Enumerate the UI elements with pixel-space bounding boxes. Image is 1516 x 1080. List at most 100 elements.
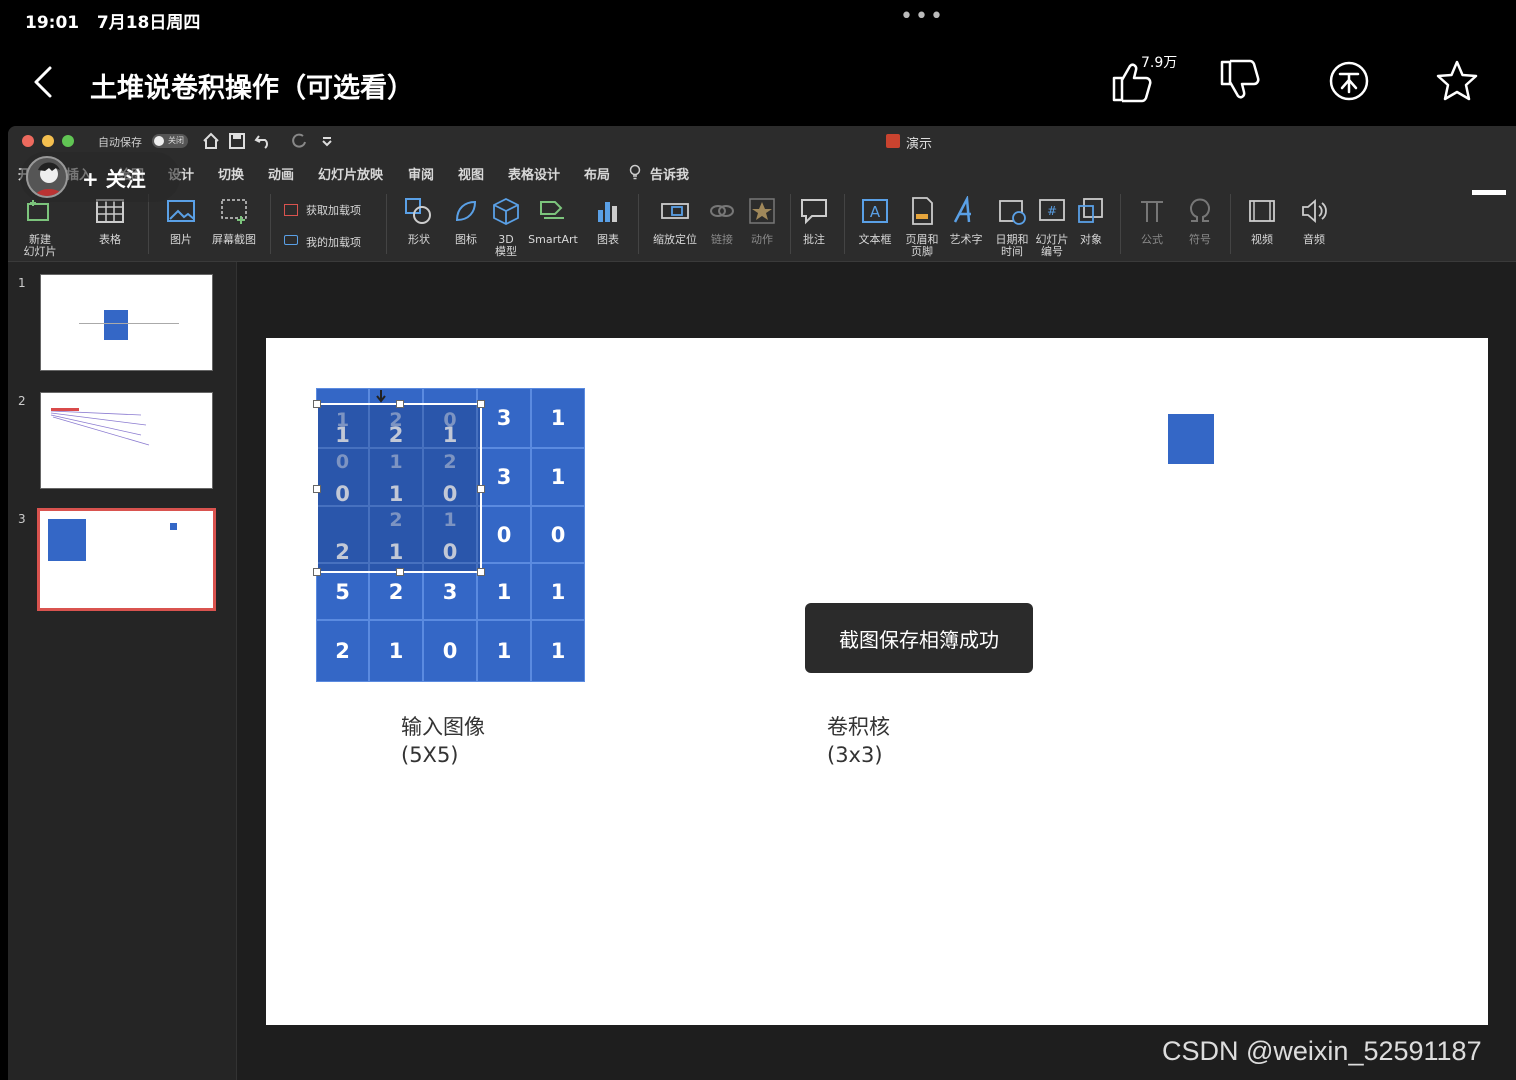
resize-handle[interactable] bbox=[396, 400, 404, 408]
zoom-button[interactable]: 缩放定位 bbox=[646, 196, 704, 246]
table-button[interactable]: 表格 bbox=[86, 196, 134, 246]
tab-animations[interactable]: 动画 bbox=[268, 164, 294, 183]
multitask-dots-icon[interactable]: ••• bbox=[900, 4, 945, 29]
wordart-button[interactable]: 艺术字 bbox=[948, 194, 984, 246]
slide-number-icon: # bbox=[1039, 199, 1065, 221]
resize-handle[interactable] bbox=[477, 568, 485, 576]
thumbs-down-icon[interactable] bbox=[1216, 58, 1262, 104]
avatar[interactable] bbox=[26, 156, 68, 198]
status-time: 19:01 7月18日周四 bbox=[25, 13, 201, 33]
redo-icon[interactable] bbox=[290, 132, 308, 150]
close-window-button[interactable] bbox=[22, 135, 34, 147]
smartart-button[interactable]: SmartArt bbox=[524, 196, 582, 246]
slide-thumbnail-3[interactable] bbox=[37, 508, 216, 611]
screenshot-label: 屏幕截图 bbox=[212, 233, 256, 246]
tab-transitions[interactable]: 切换 bbox=[218, 164, 244, 183]
my-addins-button[interactable]: 我的加载项 bbox=[306, 234, 361, 250]
ribbon-separator bbox=[638, 194, 639, 254]
slide-number-button[interactable]: # 幻灯片 编号 bbox=[1032, 196, 1072, 258]
grid-cell-value: 3 bbox=[496, 465, 512, 489]
autosave-label: 自动保存 bbox=[98, 136, 142, 149]
omega-icon bbox=[1190, 198, 1210, 222]
tab-tell-me[interactable]: 告诉我 bbox=[650, 164, 689, 183]
minimize-window-button[interactable] bbox=[42, 135, 54, 147]
tab-slideshow[interactable]: 幻灯片放映 bbox=[318, 164, 383, 183]
kernel-caption: 卷积核 (3x3) bbox=[827, 713, 890, 769]
kernel-selection-overlay[interactable] bbox=[313, 390, 485, 576]
resize-handle[interactable] bbox=[313, 400, 321, 408]
grid-cell: 1 bbox=[531, 563, 585, 620]
ribbon-separator bbox=[270, 194, 271, 254]
textbox-button[interactable]: A 文本框 bbox=[854, 196, 896, 246]
table-label: 表格 bbox=[99, 233, 121, 246]
kernel-shape[interactable] bbox=[1168, 414, 1214, 464]
action-button[interactable]: 动作 bbox=[742, 196, 782, 246]
follow-button[interactable]: + 关注 bbox=[82, 163, 146, 192]
grid-cell: 0 bbox=[477, 506, 531, 563]
video-label: 视频 bbox=[1251, 233, 1273, 246]
lightbulb-icon bbox=[629, 164, 641, 180]
slide-number: 3 bbox=[18, 512, 26, 526]
link-button[interactable]: 链接 bbox=[702, 196, 742, 246]
chart-button[interactable]: 图表 bbox=[586, 196, 630, 246]
resize-handle[interactable] bbox=[477, 400, 485, 408]
undo-icon[interactable] bbox=[254, 132, 272, 150]
grid-cell-value: 0 bbox=[496, 522, 512, 547]
tab-table-design[interactable]: 表格设计 bbox=[508, 164, 560, 183]
grid-cell: 1 bbox=[531, 620, 585, 682]
cube-icon bbox=[493, 197, 519, 226]
back-arrow-icon[interactable] bbox=[28, 62, 62, 102]
slide-thumbnail-1[interactable] bbox=[40, 274, 213, 371]
autosave-toggle[interactable]: 关闭 bbox=[152, 134, 188, 148]
action-star-icon bbox=[749, 198, 775, 224]
customize-toolbar-icon[interactable] bbox=[318, 132, 336, 150]
maximize-window-button[interactable] bbox=[62, 135, 74, 147]
autosave-state: 关闭 bbox=[168, 136, 184, 145]
new-slide-button[interactable]: 新建 幻灯片 bbox=[18, 196, 62, 258]
icons-button[interactable]: 图标 bbox=[444, 196, 488, 246]
grid-cell: 1 bbox=[477, 563, 531, 620]
home-icon[interactable] bbox=[202, 132, 220, 150]
grid-cell-value: 0 bbox=[442, 639, 458, 663]
speaker-icon bbox=[1302, 199, 1327, 223]
resize-handle[interactable] bbox=[477, 485, 485, 493]
avatar-icon bbox=[34, 162, 64, 196]
ppt-doc-icon bbox=[886, 134, 900, 148]
grid-cell-value: 0 bbox=[550, 522, 566, 547]
addins-icon bbox=[284, 235, 298, 245]
grid-cell-value: 2 bbox=[335, 639, 350, 663]
tab-view[interactable]: 视图 bbox=[458, 164, 484, 183]
symbol-button[interactable]: 符号 bbox=[1180, 196, 1220, 246]
datetime-button[interactable]: 日期和 时间 bbox=[992, 196, 1032, 258]
slide-thumbnail-2[interactable] bbox=[40, 392, 213, 489]
resize-handle[interactable] bbox=[313, 485, 321, 493]
video-button[interactable]: 视频 bbox=[1240, 196, 1284, 246]
comment-button[interactable]: 批注 bbox=[796, 196, 832, 246]
resize-handle[interactable] bbox=[396, 568, 404, 576]
shapes-button[interactable]: 形状 bbox=[396, 196, 442, 246]
slide-thumbnail-panel: 1 2 3 bbox=[8, 262, 237, 1080]
object-button[interactable]: 对象 bbox=[1074, 196, 1108, 246]
collapse-dash-icon[interactable] bbox=[1472, 188, 1516, 196]
save-icon[interactable] bbox=[228, 132, 246, 150]
get-addins-button[interactable]: 获取加载项 bbox=[306, 202, 361, 218]
audio-button[interactable]: 音频 bbox=[1292, 196, 1336, 246]
picture-button[interactable]: 图片 bbox=[158, 196, 204, 246]
3d-model-button[interactable]: 3D 模型 bbox=[488, 196, 524, 258]
smartart-icon bbox=[540, 201, 564, 219]
picture-icon bbox=[167, 200, 195, 222]
smartart-label: SmartArt bbox=[528, 233, 578, 246]
screenshot-button[interactable]: 屏幕截图 bbox=[208, 196, 260, 246]
tab-layout[interactable]: 布局 bbox=[584, 164, 610, 183]
coin-icon[interactable] bbox=[1326, 58, 1372, 104]
document-name[interactable]: 演示 bbox=[906, 133, 932, 152]
comment-label: 批注 bbox=[803, 233, 825, 246]
equation-button[interactable]: 公式 bbox=[1130, 196, 1174, 246]
follow-badge[interactable]: + 关注 bbox=[20, 152, 180, 202]
tab-review[interactable]: 审阅 bbox=[408, 164, 434, 183]
rotate-handle-icon[interactable] bbox=[375, 389, 387, 403]
resize-handle[interactable] bbox=[313, 568, 321, 576]
favorite-star-icon[interactable] bbox=[1434, 58, 1480, 104]
zoom-label: 缩放定位 bbox=[653, 233, 697, 246]
header-footer-button[interactable]: 页眉和 页脚 bbox=[902, 196, 942, 258]
